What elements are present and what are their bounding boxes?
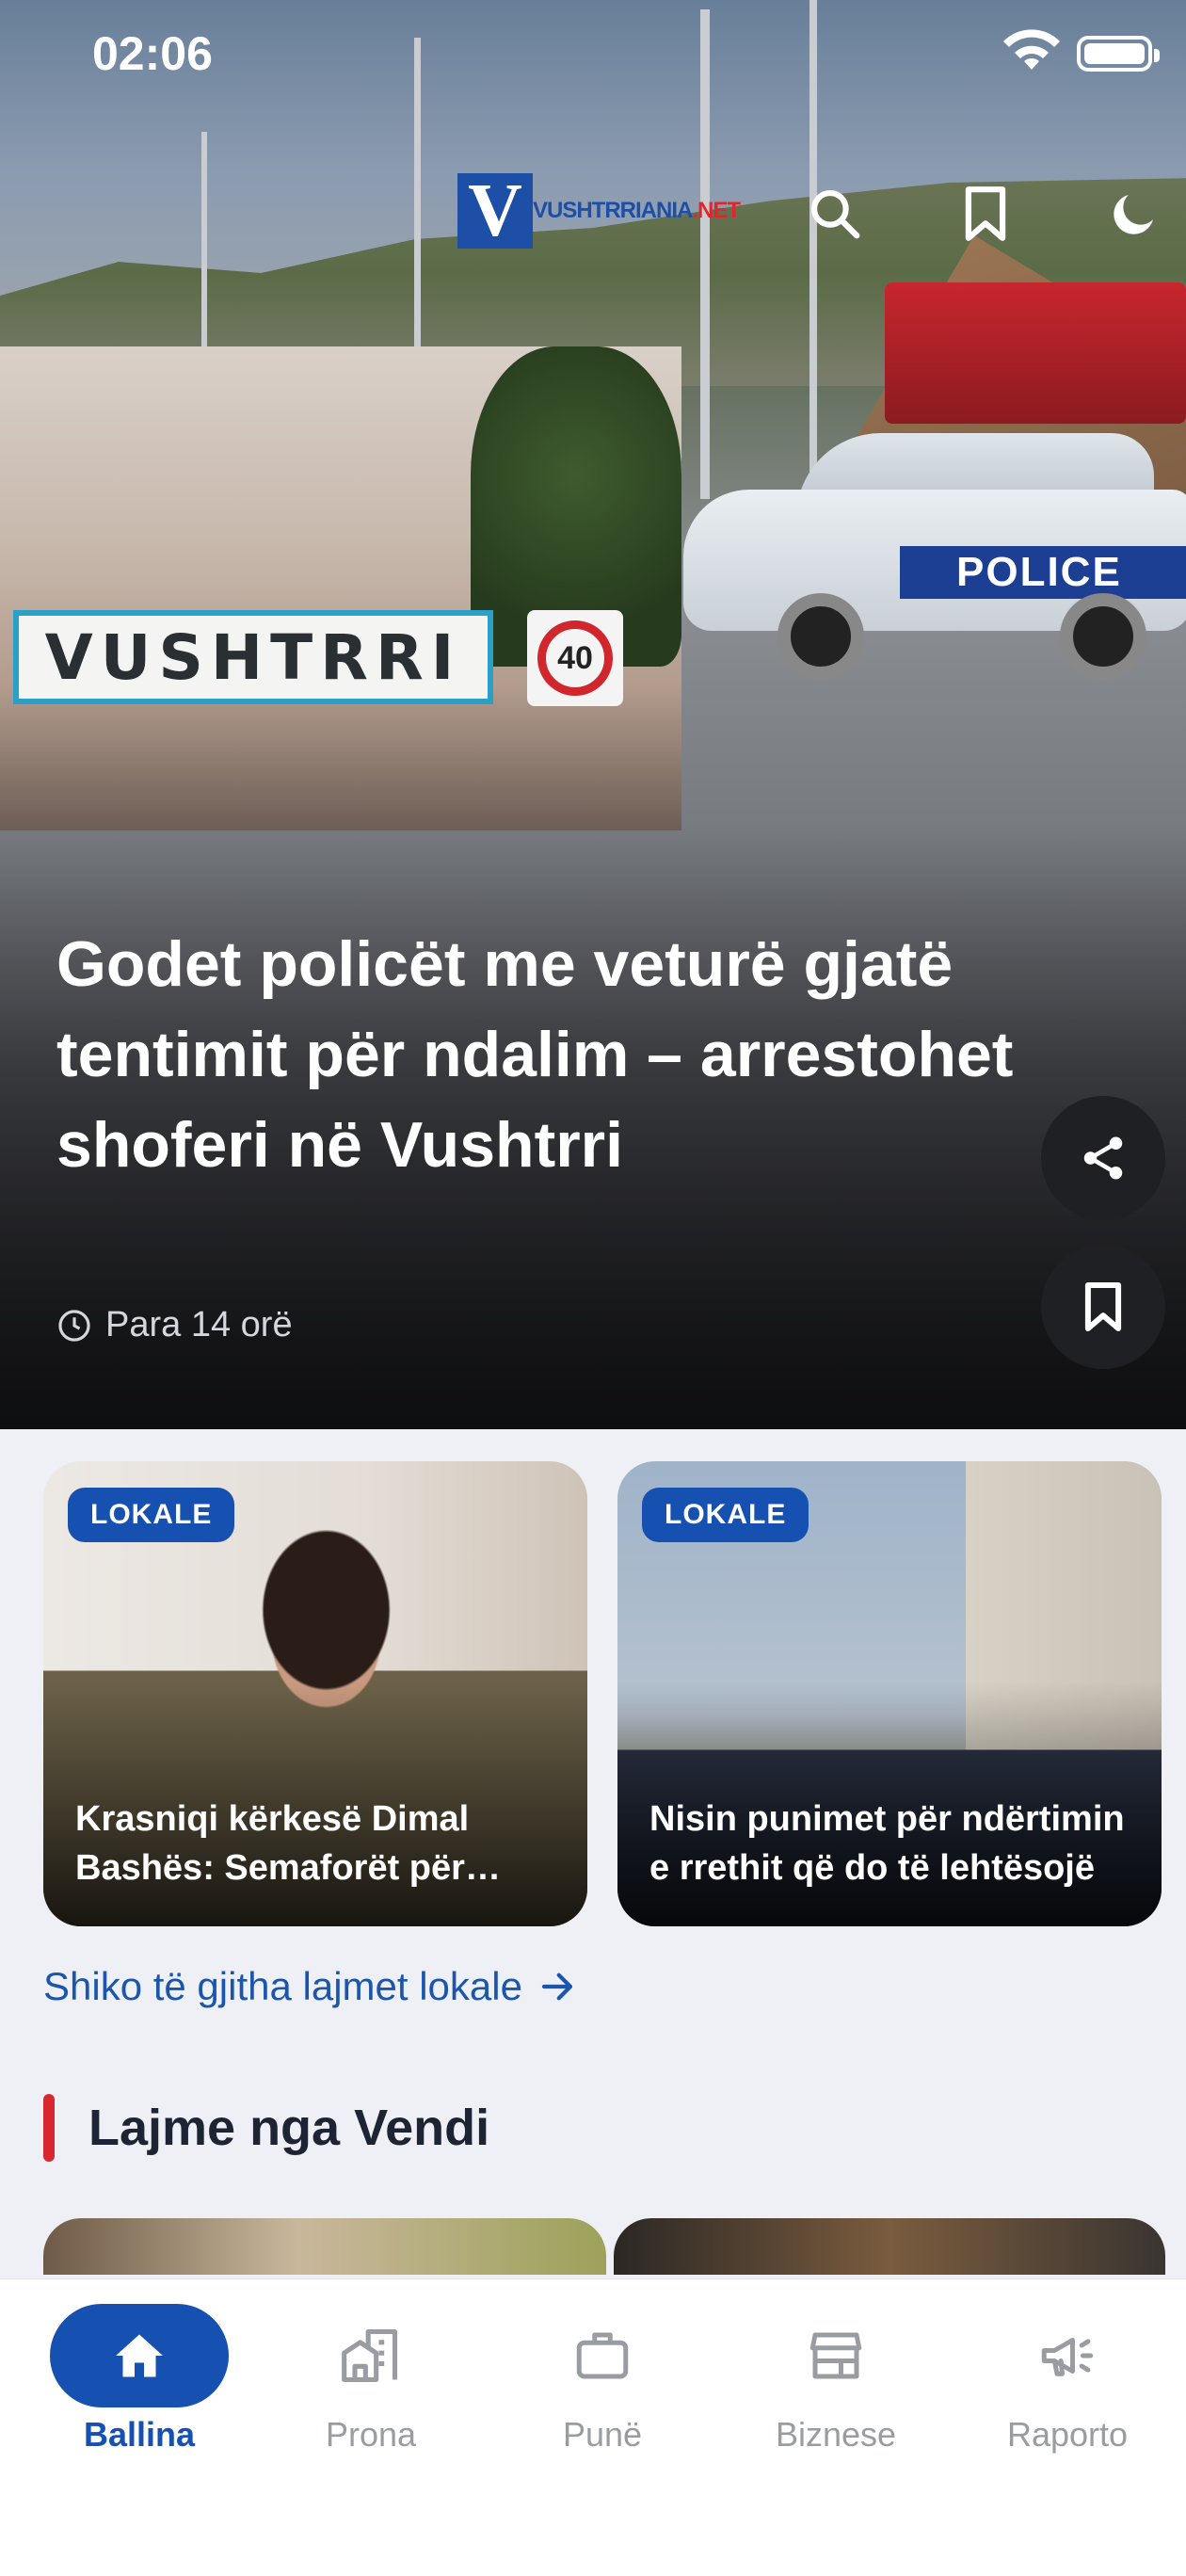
category-badge: LOKALE: [642, 1488, 809, 1542]
wifi-icon: [1003, 29, 1060, 70]
card-title: Krasniqi kërkesë Dimal Bashës: Semaforët…: [75, 1799, 470, 1888]
app-logo[interactable]: V VUSHTRRIANIA.NET: [457, 173, 741, 249]
save-article-button[interactable]: [1041, 1245, 1165, 1369]
nav-label: Prona: [325, 2415, 417, 2454]
status-time: 02:06: [92, 27, 213, 80]
nav-item-ballina[interactable]: Ballina: [45, 2304, 233, 2455]
bookmark-icon[interactable]: [953, 181, 1018, 247]
share-icon: [1083, 1136, 1123, 1180]
section-title: Lajme nga Vendi: [88, 2100, 490, 2156]
news-card-peek[interactable]: [614, 2218, 1165, 2275]
search-icon[interactable]: [802, 181, 868, 247]
status-bar: 02:06: [0, 0, 1186, 104]
category-badge: LOKALE: [68, 1488, 235, 1542]
see-all-local-link[interactable]: Shiko të gjitha lajmet lokale: [43, 1964, 577, 2009]
clock-icon: [58, 1309, 90, 1342]
hero-photo-speed-sign: 40: [527, 610, 623, 706]
logo-mark: V: [457, 173, 533, 249]
hero-photo-truck: [885, 282, 1186, 424]
hero-photo-police-car: POLICE: [683, 433, 1186, 680]
app-header: V VUSHTRRIANIA.NET: [0, 160, 1186, 264]
hero-time-text: Para 14 orë: [105, 1305, 293, 1344]
card-title: Nisin punimet për ndërtimin e rrethit që…: [649, 1799, 1125, 1888]
battery-icon: [1077, 36, 1160, 72]
nav-item-biznese[interactable]: Biznese: [742, 2304, 930, 2455]
nav-label: Biznese: [775, 2415, 897, 2454]
section-accent-bar: [43, 2094, 55, 2162]
nav-label: Ballina: [83, 2415, 196, 2454]
megaphone-icon: [1041, 2338, 1094, 2376]
hero-time: Para 14 orë: [56, 1305, 293, 1345]
section-header: Lajme nga Vendi: [43, 2094, 489, 2162]
bottom-navigation: Ballina Prona Punë Biznese Raporto: [0, 2278, 1186, 2576]
logo-text: VUSHTRRIANIA.NET: [533, 198, 741, 223]
share-button[interactable]: [1041, 1096, 1165, 1220]
buildings-icon: [342, 2328, 398, 2383]
bookmark-icon: [1084, 1282, 1122, 1331]
nav-item-pune[interactable]: Punë: [508, 2304, 697, 2455]
briefcase-icon: [576, 2332, 629, 2379]
arrow-right-icon: [541, 1972, 573, 2001]
hero-title[interactable]: Godet policët me veturë gjatë tentimit p…: [56, 919, 1035, 1190]
nav-label: Punë: [562, 2415, 643, 2454]
local-news-card[interactable]: LOKALE Nisin punimet për ndërtimin e rre…: [617, 1461, 1162, 1926]
moon-icon[interactable]: [1101, 181, 1167, 247]
local-news-card[interactable]: LOKALE Krasniqi kërkesë Dimal Bashës: Se…: [43, 1461, 587, 1926]
news-card-peek[interactable]: [43, 2218, 606, 2275]
hero-photo-car-text: POLICE: [900, 546, 1186, 599]
hero-photo-town-sign: VUSHTRRI: [13, 610, 493, 704]
home-icon: [116, 2334, 163, 2377]
store-icon: [809, 2332, 862, 2379]
nav-item-prona[interactable]: Prona: [277, 2304, 465, 2455]
nav-label: Raporto: [1006, 2415, 1129, 2454]
nav-item-raporto[interactable]: Raporto: [973, 2304, 1162, 2455]
